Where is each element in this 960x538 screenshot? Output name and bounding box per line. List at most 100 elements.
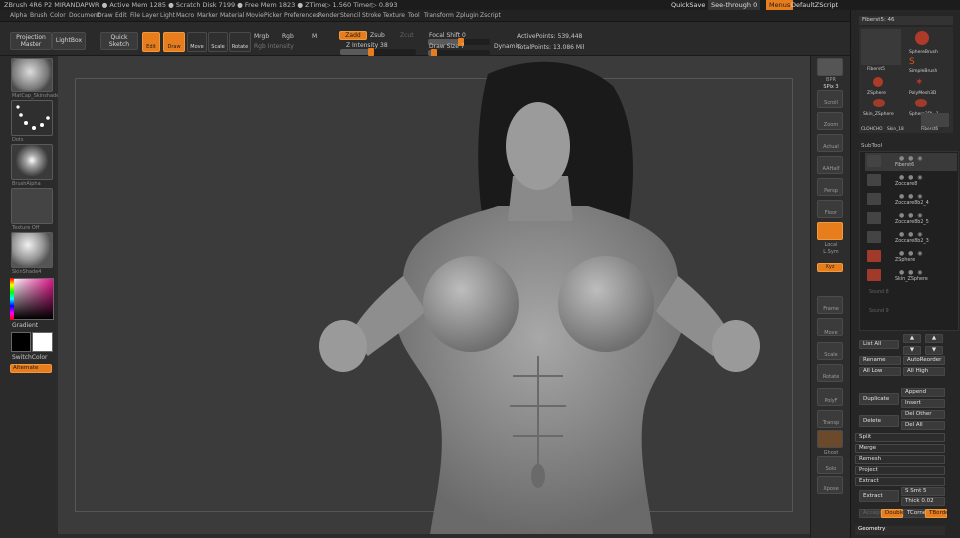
- extract-section[interactable]: Extract: [855, 477, 945, 486]
- menu-brush[interactable]: Brush: [30, 12, 47, 19]
- insert-button[interactable]: Insert: [901, 399, 945, 408]
- subtool-row[interactable]: ● ● ◉ ZSphere: [865, 248, 957, 266]
- subtool-eye-icon[interactable]: ● ● ◉: [899, 269, 924, 276]
- delete-button[interactable]: Delete: [859, 415, 899, 427]
- append-button[interactable]: Append: [901, 388, 945, 397]
- menu-transform[interactable]: Transform: [424, 12, 454, 19]
- xyz-button[interactable]: Xyz: [817, 263, 843, 272]
- s-smt-slider[interactable]: S Smt 5: [901, 487, 945, 496]
- menu-color[interactable]: Color: [50, 12, 66, 19]
- arrow-up-icon[interactable]: ▲: [903, 334, 921, 343]
- projection-master-button[interactable]: Projection Master: [10, 32, 52, 50]
- simplebrush-icon[interactable]: S: [909, 57, 915, 67]
- menu-edit[interactable]: Edit: [115, 12, 127, 19]
- default-zscript-button[interactable]: DefaultZScript: [788, 0, 841, 10]
- z-intensity-slider[interactable]: [340, 48, 416, 56]
- quicksave-button[interactable]: QuickSave: [668, 0, 708, 10]
- menu-render[interactable]: Render: [318, 12, 339, 19]
- merge-section[interactable]: Merge: [855, 444, 945, 453]
- menu-stroke[interactable]: Stroke: [362, 12, 381, 19]
- subtool-row[interactable]: ● ● ◉ Skin_ZSphere: [865, 267, 957, 285]
- primary-color-swatch[interactable]: [11, 332, 31, 352]
- zadd-button[interactable]: Zadd: [339, 31, 367, 40]
- local-icon[interactable]: [817, 222, 843, 240]
- gradient-label[interactable]: Gradient: [12, 322, 38, 329]
- subtool-row[interactable]: ● ● ◉ Fiberst6: [865, 153, 957, 171]
- arrow-down-icon[interactable]: ▼: [925, 346, 943, 355]
- subtool-eye-icon[interactable]: ● ● ◉: [899, 174, 924, 181]
- tool-slider[interactable]: Fiberst5: 46: [859, 16, 953, 25]
- list-all-button[interactable]: List All: [859, 340, 899, 349]
- menu-picker[interactable]: Picker: [264, 12, 282, 19]
- remesh-section[interactable]: Remesh: [855, 455, 945, 464]
- project-section[interactable]: Project: [855, 466, 945, 475]
- menu-tool[interactable]: Tool: [408, 12, 420, 19]
- menu-draw[interactable]: Draw: [97, 12, 113, 19]
- move-mode-button[interactable]: Move: [187, 32, 207, 52]
- arrow-down-icon[interactable]: ▼: [903, 346, 921, 355]
- menu-texture[interactable]: Texture: [383, 12, 405, 19]
- rename-button[interactable]: Rename: [859, 356, 901, 365]
- menu-stencil[interactable]: Stencil: [340, 12, 360, 19]
- del-all-button[interactable]: Del All: [901, 421, 945, 430]
- split-section[interactable]: Split: [855, 433, 945, 442]
- bpr-button[interactable]: [817, 58, 843, 76]
- see-through-slider[interactable]: See-through 0: [708, 0, 760, 10]
- menu-macro[interactable]: Macro: [176, 12, 194, 19]
- m-button[interactable]: M: [312, 33, 317, 40]
- zsphere-icon[interactable]: [873, 77, 883, 87]
- sphere3dl-icon[interactable]: [915, 99, 927, 107]
- rgb-intensity-slider[interactable]: Rgb Intensity: [254, 43, 294, 50]
- del-other-button[interactable]: Del Other: [901, 410, 945, 419]
- document-canvas[interactable]: [58, 56, 810, 534]
- hue-strip[interactable]: [10, 278, 14, 320]
- polymesh-star-icon[interactable]: ✶: [915, 77, 923, 88]
- color-picker[interactable]: [10, 278, 54, 320]
- menu-zscript[interactable]: Zscript: [480, 12, 501, 19]
- autoreorder-button[interactable]: AutoReorder: [903, 356, 945, 365]
- thick-slider[interactable]: Thick 0.02: [901, 497, 945, 506]
- alpha-thumb[interactable]: [11, 144, 53, 180]
- menu-marker[interactable]: Marker: [197, 12, 218, 19]
- zcut-button[interactable]: Zcut: [400, 32, 414, 39]
- subtool-row[interactable]: ● ● ◉ Zoccare8b2_3: [865, 229, 957, 247]
- secondary-color-swatch[interactable]: [32, 332, 53, 352]
- tool-fiberst6[interactable]: [921, 113, 949, 127]
- menu-movie[interactable]: Movie: [246, 12, 264, 19]
- alternate-button[interactable]: Alternate: [10, 364, 52, 373]
- stroke-thumb[interactable]: [11, 100, 53, 136]
- quick-sketch-button[interactable]: Quick Sketch: [100, 32, 138, 50]
- subtool-row[interactable]: ● ● ◉ Zoccare8b2_5: [865, 210, 957, 228]
- menu-file[interactable]: File: [130, 12, 140, 19]
- menu-layer[interactable]: Layer: [142, 12, 159, 19]
- rotate-mode-button[interactable]: Rotate: [229, 32, 251, 52]
- z-intensity-knob[interactable]: [368, 48, 374, 56]
- subtool-eye-icon[interactable]: ● ● ◉: [899, 212, 924, 219]
- ghost-icon[interactable]: [817, 430, 843, 448]
- draw-mode-button[interactable]: Draw: [163, 32, 185, 52]
- subtool-header[interactable]: SubTool: [861, 143, 882, 149]
- edit-mode-button[interactable]: Edit: [142, 32, 160, 52]
- tcorne-button[interactable]: TCorne: [903, 509, 926, 518]
- subtool-row[interactable]: ● ● ◉ Zoccare8b2_4: [865, 191, 957, 209]
- tool-fiberst5[interactable]: [861, 29, 901, 65]
- lightbox-button[interactable]: LightBox: [52, 32, 86, 50]
- material-thumb[interactable]: [11, 58, 53, 92]
- menu-preferences[interactable]: Preferences: [284, 12, 319, 19]
- all-high-button[interactable]: All High: [903, 367, 945, 376]
- all-low-button[interactable]: All Low: [859, 367, 901, 376]
- tool-spherebrush[interactable]: [915, 31, 929, 45]
- subtool-row[interactable]: Sound 8: [865, 286, 957, 304]
- subtool-eye-icon[interactable]: ● ● ◉: [899, 231, 924, 238]
- double-button[interactable]: Double: [881, 509, 905, 518]
- accept-button[interactable]: Accept: [859, 509, 882, 518]
- subtool-eye-icon[interactable]: ● ● ◉: [899, 155, 924, 162]
- menu-light[interactable]: Light: [160, 12, 175, 19]
- duplicate-button[interactable]: Duplicate: [859, 393, 899, 405]
- material2-thumb[interactable]: [11, 232, 53, 268]
- subtool-row[interactable]: ● ● ◉ Zoccare8: [865, 172, 957, 190]
- geometry-section[interactable]: Geometry: [855, 526, 945, 535]
- arrow-up-icon[interactable]: ▲: [925, 334, 943, 343]
- scale-mode-button[interactable]: Scale: [208, 32, 228, 52]
- subtool-eye-icon[interactable]: ● ● ◉: [899, 193, 924, 200]
